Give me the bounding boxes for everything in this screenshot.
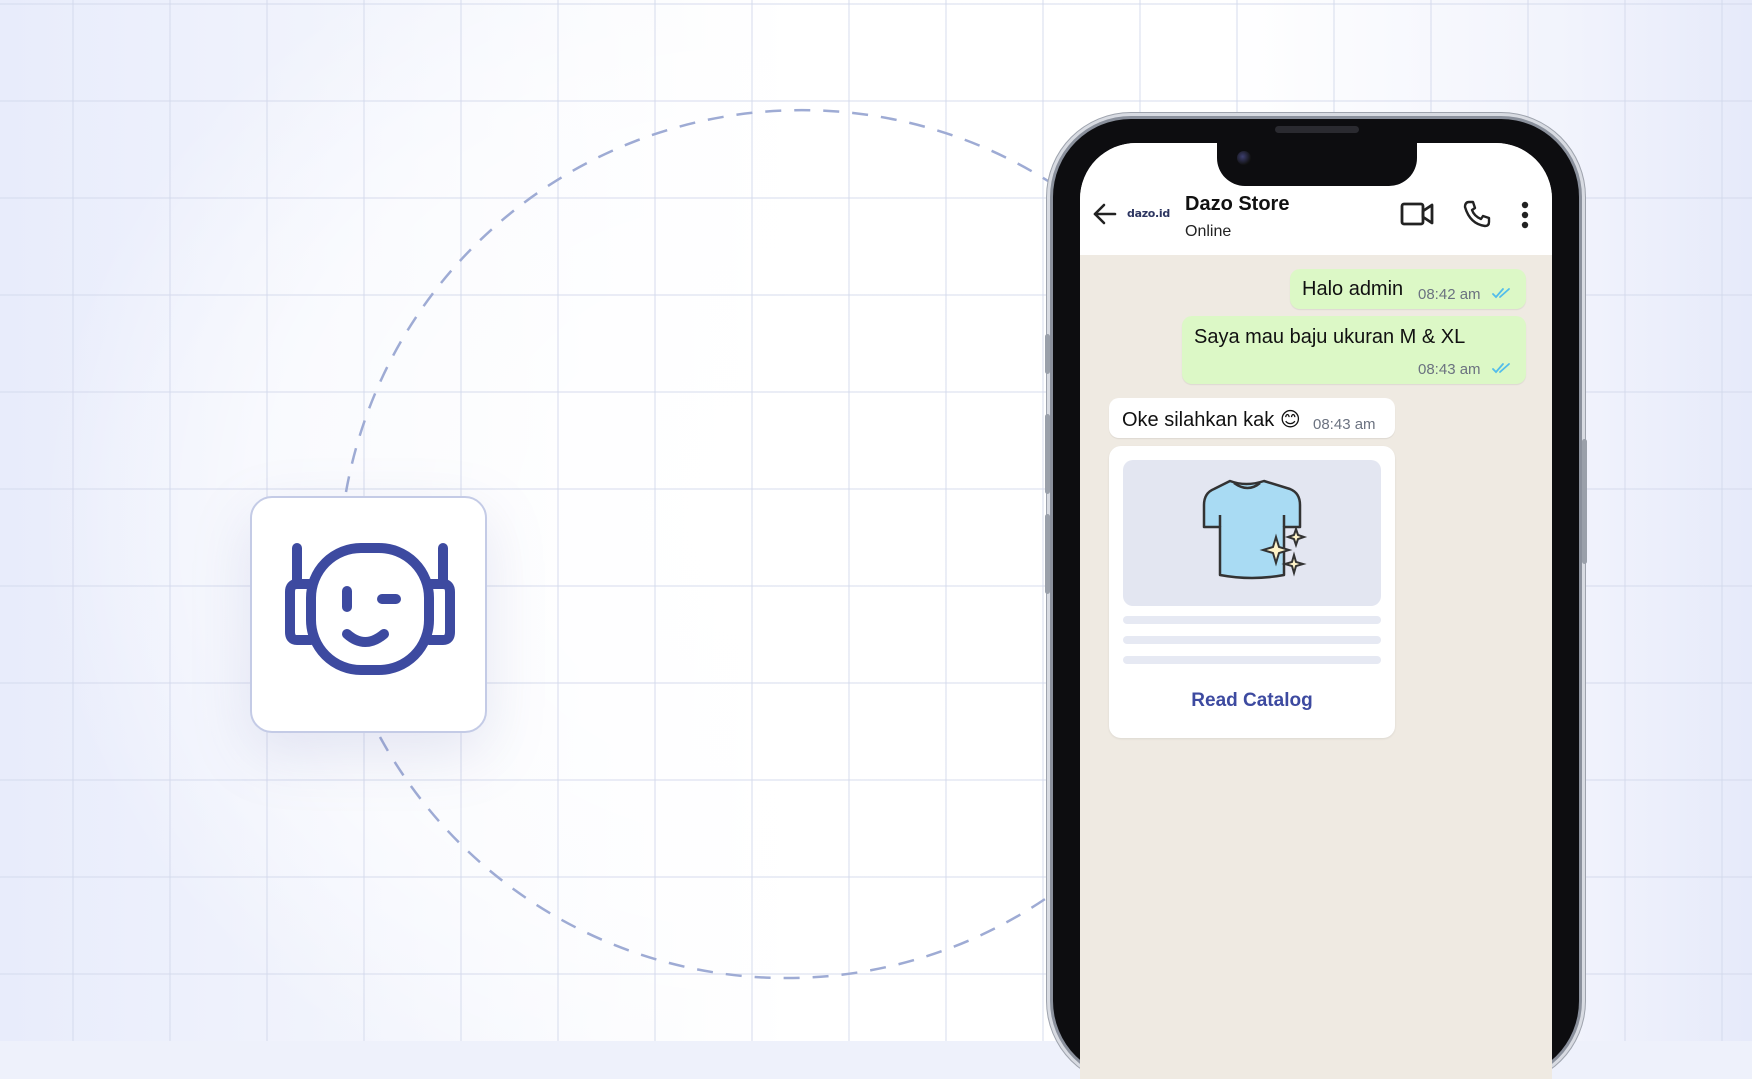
contact-name[interactable]: Dazo Store [1185,193,1289,216]
message-in[interactable]: Oke silahkan kak 😊 08:43 am [1109,398,1395,438]
catalog-card[interactable]: Read Catalog [1109,446,1395,738]
volume-up-button [1045,414,1050,494]
brand-logo[interactable]: dazo.id [1127,206,1171,222]
placeholder-line [1123,616,1381,624]
volume-down-button [1045,514,1050,594]
message-out[interactable]: Halo admin 08:42 am [1290,269,1526,309]
message-time: 08:43 am [1418,361,1481,378]
video-call-icon[interactable] [1400,201,1434,227]
tshirt-sparkle-icon [1202,479,1308,580]
message-text: Saya mau baju ukuran M & XL [1194,326,1466,348]
read-ticks-icon [1492,363,1510,374]
message-time: 08:43 am [1313,416,1376,433]
placeholder-line [1123,656,1381,664]
message-out[interactable]: Saya mau baju ukuran M & XL 08:43 am [1182,316,1526,384]
more-vertical-icon[interactable] [1520,201,1530,229]
back-arrow-icon[interactable] [1092,203,1118,225]
message-text: Halo admin [1302,278,1404,300]
phone-call-icon[interactable] [1462,199,1492,229]
bot-card [250,496,487,733]
message-time: 08:42 am [1418,286,1481,303]
mute-switch [1045,334,1050,374]
phone-screen: dazo.id Dazo Store Online Halo admin 08:… [1080,143,1552,1079]
front-camera [1237,151,1251,165]
read-catalog-button[interactable]: Read Catalog [1109,690,1395,712]
robot-face-wink-icon [285,543,455,675]
catalog-image[interactable] [1123,460,1381,606]
read-ticks-icon [1492,288,1510,299]
power-button [1582,439,1587,564]
chat-body: Halo admin 08:42 am Saya mau baju ukuran… [1080,255,1552,1079]
message-text: Oke silahkan kak 😊 [1122,409,1301,431]
contact-status: Online [1185,223,1232,240]
phone-frame: dazo.id Dazo Store Online Halo admin 08:… [1045,119,1587,1079]
placeholder-line [1123,636,1381,644]
phone-speaker [1275,126,1359,133]
